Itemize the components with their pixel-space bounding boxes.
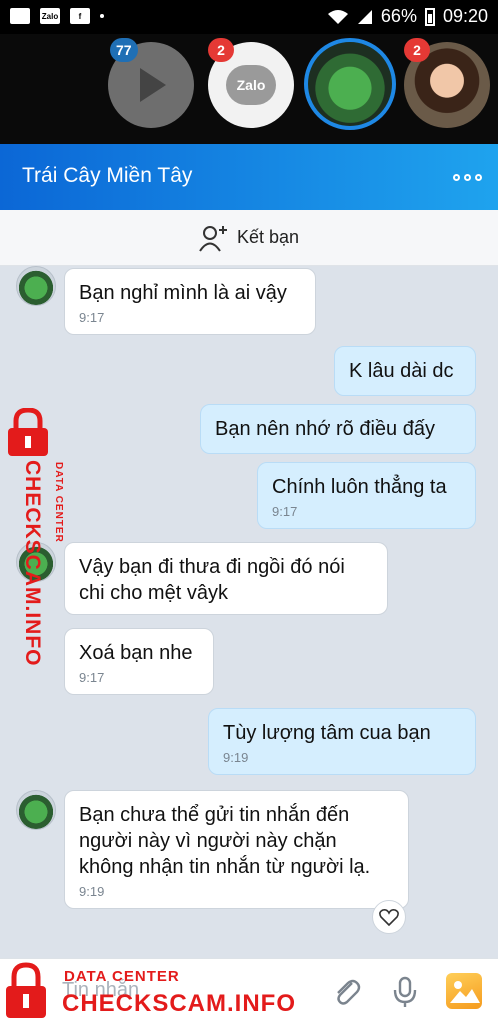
unread-badge: 2	[404, 38, 430, 62]
watermark-small-text: DATA CENTER	[64, 968, 180, 985]
message-time: 9:19	[79, 884, 105, 899]
watermark-small-text: DATA CENTER	[53, 462, 64, 543]
clock: 09:20	[442, 6, 488, 26]
signal-icon	[357, 9, 372, 24]
react-heart-button[interactable]	[372, 900, 406, 934]
message-time: 9:19	[223, 750, 249, 765]
battery-icon	[424, 7, 435, 26]
image-icon	[450, 981, 480, 1003]
chat-head-active-avatar[interactable]	[304, 38, 396, 130]
message-outgoing[interactable]: Chính luôn thẳng ta 9:17	[257, 462, 476, 529]
watermark-big-text: CHECKSCAM.INFO	[62, 990, 296, 1017]
facebook-icon: f	[70, 8, 90, 24]
zalo-logo-icon: Zalo	[226, 65, 276, 105]
message-text: Bạn nên nhớ rõ điều đấy	[215, 418, 435, 440]
conversation-title: Trái Cây Miền Tây	[22, 164, 193, 187]
message-text: Vậy bạn đi thưa đi ngồi đó nói chi cho m…	[79, 556, 345, 604]
message-system-blocked[interactable]: Bạn chưa thể gửi tin nhắn đến người này …	[64, 790, 409, 909]
message-text: Chính luôn thẳng ta	[272, 476, 447, 498]
chat-head-video[interactable]: 77	[108, 38, 194, 128]
watermark-subtext: DATA CENTER	[53, 460, 64, 543]
message-time: 9:17	[79, 310, 105, 325]
chat-heads-bar: 77 Zalo 2 2	[0, 34, 498, 144]
photo-gallery-icon[interactable]	[446, 973, 482, 1009]
zalo-notification-icon: Zalo	[40, 8, 60, 24]
sender-avatar[interactable]	[16, 266, 56, 306]
battery-percent: 66%	[380, 6, 417, 26]
more-options-icon[interactable]	[453, 174, 482, 181]
watermark-big-text: CHECKSCAM.INFO	[21, 460, 44, 667]
system-status: 66% 09:20	[327, 6, 488, 27]
message-incoming[interactable]: Bạn nghỉ mình là ai vậy 9:17	[64, 268, 316, 335]
watermark-vertical: CHECKSCAM.INFO DATA CENTER	[2, 404, 64, 667]
notification-icons: Zalo f	[10, 8, 104, 24]
message-text: Xoá bạn nhe	[79, 642, 193, 664]
conversation-header: Trái Cây Miền Tây	[0, 144, 498, 210]
message-outgoing[interactable]: K lâu dài dc	[334, 346, 476, 396]
paperclip-icon[interactable]	[330, 975, 364, 1009]
chat-head-zalo[interactable]: Zalo 2	[208, 38, 294, 128]
wifi-icon	[327, 9, 348, 24]
message-outgoing[interactable]: Tùy lượng tâm cua bạn 9:19	[208, 708, 476, 775]
add-friend-label: Kết bạn	[236, 227, 300, 247]
message-time: 9:17	[79, 670, 105, 685]
message-text: Bạn chưa thể gửi tin nhắn đến người này …	[79, 804, 371, 878]
status-bar: Zalo f 66% 09:20	[0, 0, 498, 34]
message-text: Tùy lượng tâm cua bạn	[223, 722, 431, 744]
lock-icon	[6, 962, 46, 1018]
zalo-notification-icon	[10, 8, 30, 24]
heart-icon	[379, 909, 399, 926]
message-list[interactable]: Bạn nghỉ mình là ai vậy 9:17 K lâu dài d…	[0, 266, 498, 958]
sender-avatar[interactable]	[16, 790, 56, 830]
more-notifications-dot	[100, 14, 104, 18]
watermark-text: CHECKSCAM.INFO	[20, 460, 44, 667]
add-friend-icon	[199, 225, 227, 252]
message-text: Bạn nghỉ mình là ai vậy	[79, 282, 287, 304]
message-text: K lâu dài dc	[349, 360, 454, 382]
message-incoming[interactable]: Xoá bạn nhe 9:17	[64, 628, 214, 695]
message-outgoing[interactable]: Bạn nên nhớ rõ điều đấy	[200, 404, 476, 454]
lock-icon	[8, 408, 48, 456]
watermark-bottom: DATA CENTER CHECKSCAM.INFO	[0, 960, 300, 1024]
message-time: 9:17	[272, 504, 298, 519]
unread-badge: 2	[208, 38, 234, 62]
chat-head-person-avatar[interactable]: 2	[404, 38, 490, 128]
add-friend-button[interactable]: Kết bạn	[0, 210, 498, 266]
play-icon	[140, 68, 166, 102]
unread-badge: 77	[110, 38, 138, 62]
message-incoming[interactable]: Vậy bạn đi thưa đi ngồi đó nói chi cho m…	[64, 542, 388, 615]
microphone-icon[interactable]	[388, 975, 422, 1009]
